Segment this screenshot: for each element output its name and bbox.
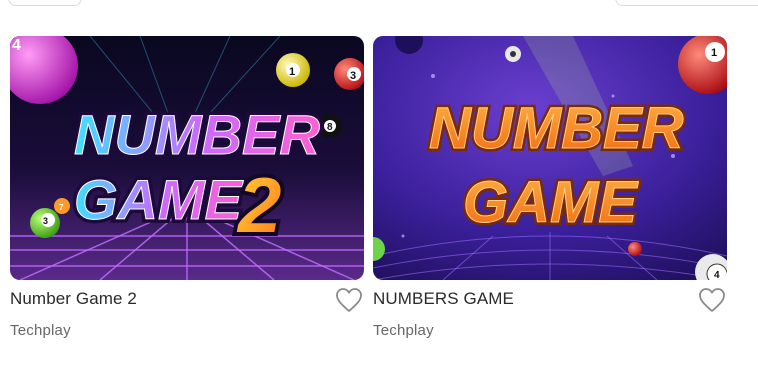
art-line1: NUMBER xyxy=(429,96,684,161)
game-meta: NUMBERS GAME Techplay xyxy=(373,280,727,350)
art-line1: NUMBER xyxy=(74,103,320,166)
game-card[interactable]: 4 1 3 8 3 7 NUMBER NUMBER GAME GAME 2 2 xyxy=(10,36,364,350)
game-card[interactable]: 1 4 NUMBER NUMBER GAME GAME NUMBERS GAME… xyxy=(373,36,727,350)
ball-number: 4 xyxy=(714,270,720,280)
ball-number: 7 xyxy=(59,203,64,212)
art-number: 2 xyxy=(236,161,281,249)
favorite-button[interactable] xyxy=(334,285,364,315)
game-thumbnail[interactable]: 4 1 3 8 3 7 NUMBER NUMBER GAME GAME 2 2 xyxy=(10,36,364,280)
top-chip-fragment[interactable] xyxy=(8,0,82,6)
favorite-button[interactable] xyxy=(697,285,727,315)
art-line2: GAME xyxy=(74,168,244,231)
ball-number: 1 xyxy=(289,66,295,78)
top-search-fragment[interactable] xyxy=(615,0,758,6)
game-provider: Techplay xyxy=(373,322,434,339)
heart-outline-icon xyxy=(336,288,362,312)
game-thumbnail[interactable]: 1 4 NUMBER NUMBER GAME GAME xyxy=(373,36,727,280)
art-line2: GAME xyxy=(463,170,639,235)
ball-number: 3 xyxy=(350,70,356,82)
game-title[interactable]: NUMBERS GAME xyxy=(373,289,514,309)
heart-outline-icon xyxy=(699,288,725,312)
game-title[interactable]: Number Game 2 xyxy=(10,289,137,309)
ball-number: 3 xyxy=(43,216,48,226)
ball-number: 4 xyxy=(12,37,21,54)
ball-number: 8 xyxy=(327,122,333,133)
game-provider: Techplay xyxy=(10,322,71,339)
game-meta: Number Game 2 Techplay xyxy=(10,280,364,350)
ball-number: 1 xyxy=(711,47,717,59)
